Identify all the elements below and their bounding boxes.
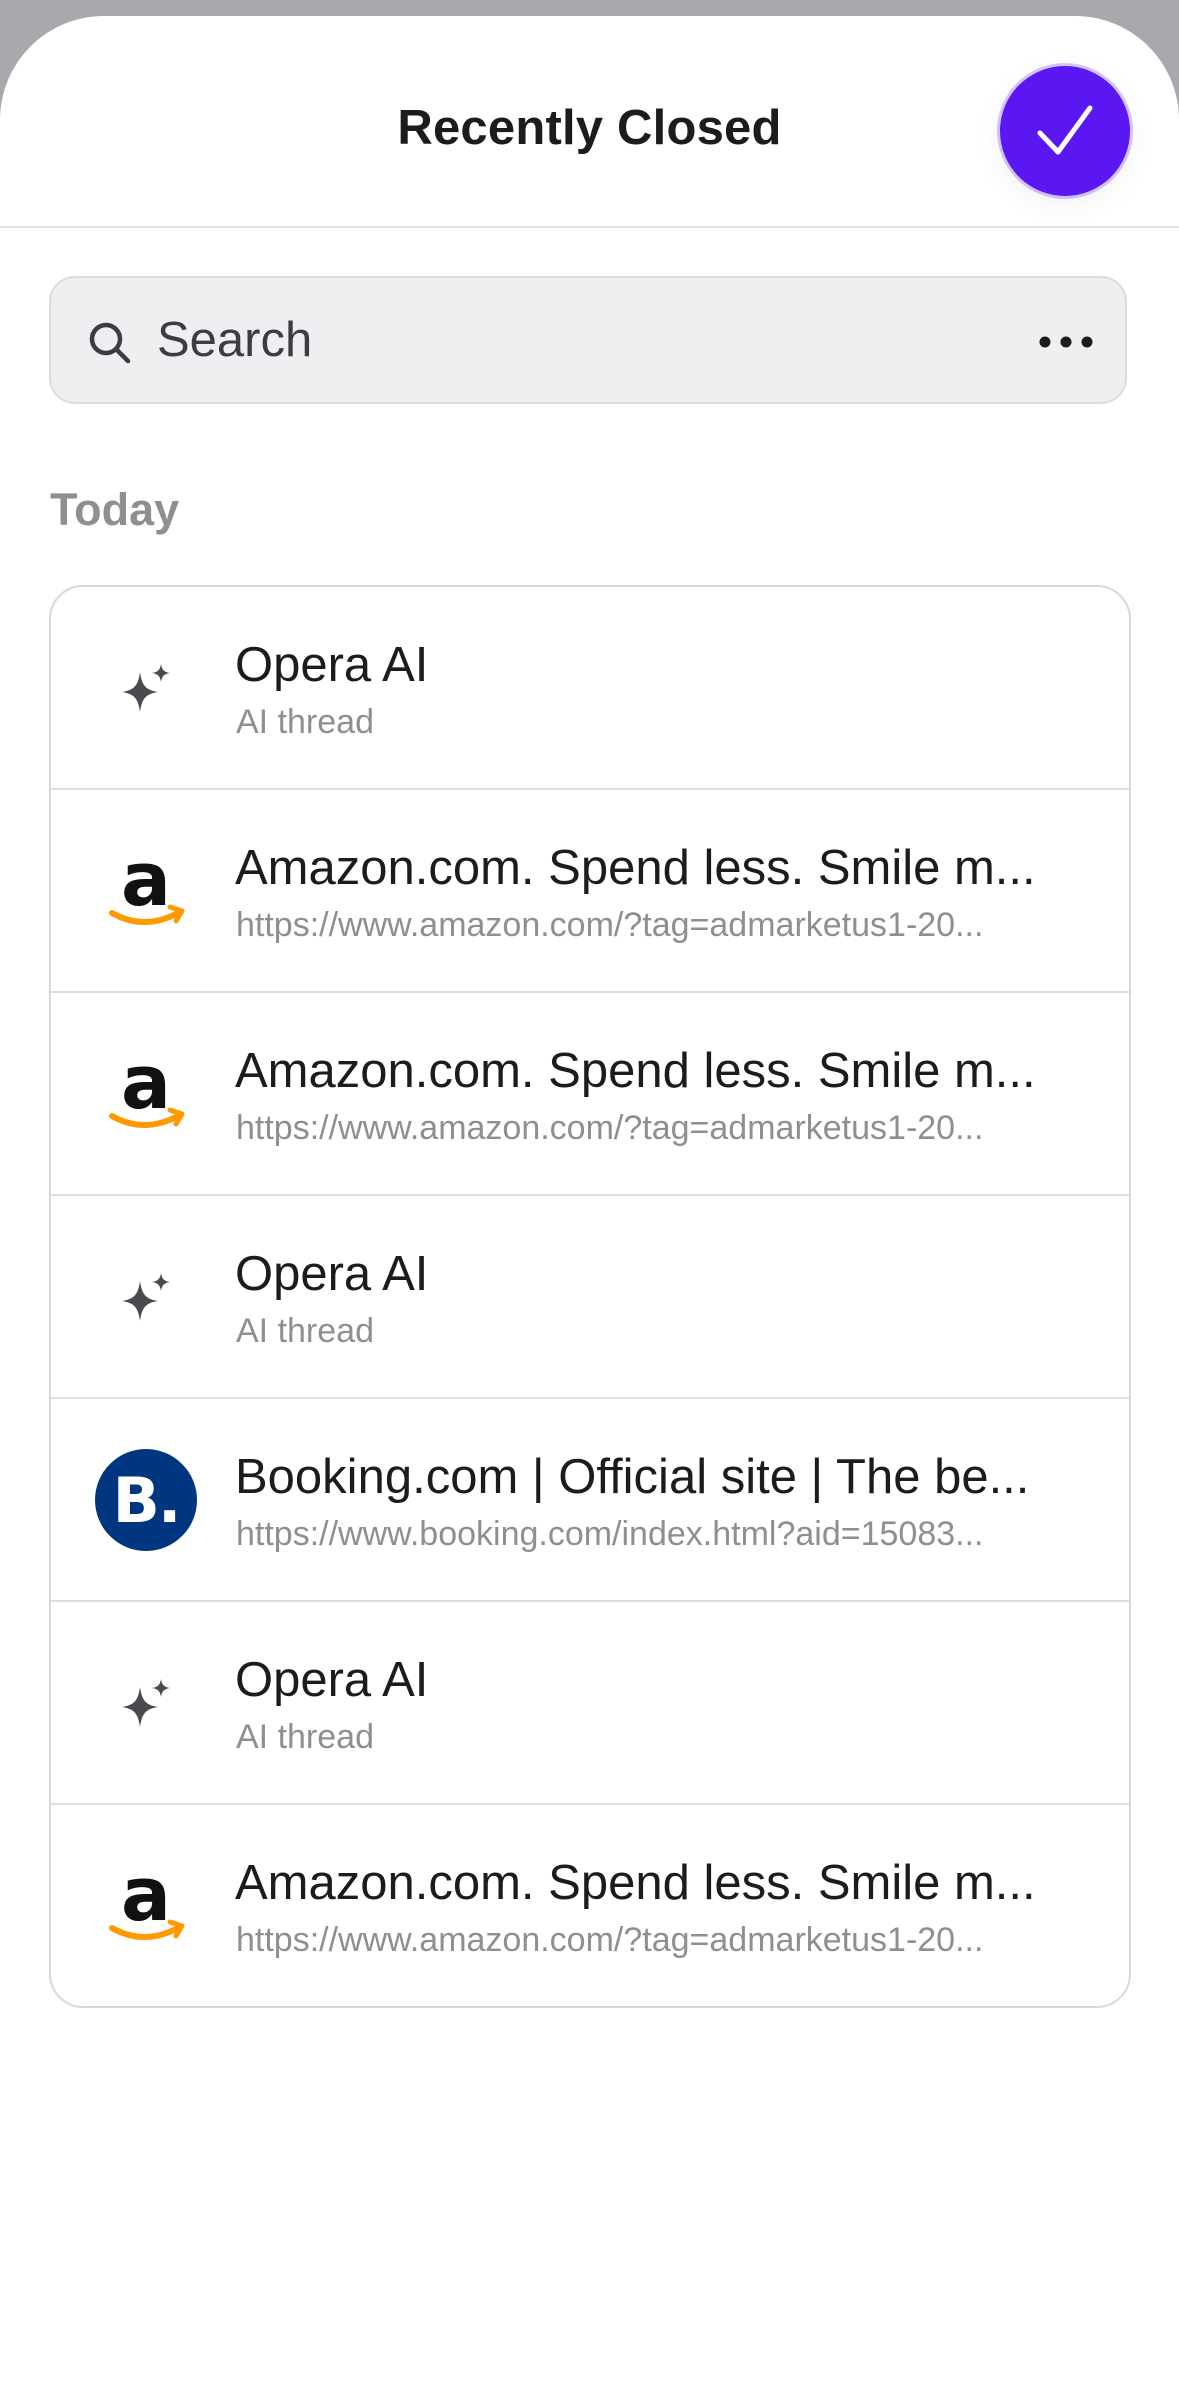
- item-title: Amazon.com. Spend less. Smile m...: [235, 1044, 1036, 1098]
- list-item[interactable]: Opera AI AI thread: [51, 587, 1129, 790]
- item-subtitle: https://www.booking.com/index.html?aid=1…: [236, 1515, 984, 1553]
- sparkle-icon: [95, 1652, 197, 1754]
- sparkle-icon: [95, 637, 197, 739]
- amazon-logo-icon: a: [95, 840, 197, 942]
- list-item[interactable]: a Amazon.com. Spend less. Smile m... htt…: [51, 993, 1129, 1196]
- list-item[interactable]: Opera AI AI thread: [51, 1602, 1129, 1805]
- amazon-logo-icon: a: [95, 1043, 197, 1145]
- recently-closed-sheet: Recently Closed Today: [0, 16, 1179, 2396]
- item-subtitle: https://www.amazon.com/?tag=admarketus1-…: [236, 906, 984, 944]
- section-header-today: Today: [50, 484, 180, 535]
- item-title: Opera AI: [235, 1653, 429, 1707]
- list-item[interactable]: a Amazon.com. Spend less. Smile m... htt…: [51, 790, 1129, 993]
- item-title: Booking.com | Official site | The be...: [235, 1450, 1030, 1504]
- list-item[interactable]: a Amazon.com. Spend less. Smile m... htt…: [51, 1805, 1129, 2006]
- search-input[interactable]: [157, 298, 1017, 382]
- closed-tabs-list: Opera AI AI thread a Amazon.com. Spend l…: [49, 585, 1131, 2008]
- list-item[interactable]: B. Booking.com | Official site | The be.…: [51, 1399, 1129, 1602]
- search-bar[interactable]: [49, 276, 1127, 404]
- list-item[interactable]: Opera AI AI thread: [51, 1196, 1129, 1399]
- item-subtitle: AI thread: [236, 1718, 374, 1756]
- item-subtitle: https://www.amazon.com/?tag=admarketus1-…: [236, 1921, 984, 1959]
- item-subtitle: AI thread: [236, 703, 374, 741]
- item-subtitle: https://www.amazon.com/?tag=admarketus1-…: [236, 1109, 984, 1147]
- booking-logo-text: B.: [95, 1449, 197, 1551]
- item-title: Opera AI: [235, 1247, 429, 1301]
- amazon-logo-icon: a: [95, 1855, 197, 1957]
- checkmark-icon: [1037, 105, 1093, 155]
- search-icon: [89, 322, 131, 364]
- svg-text:a: a: [121, 1858, 171, 1938]
- more-options-button[interactable]: [1031, 314, 1101, 370]
- item-subtitle: AI thread: [236, 1312, 374, 1350]
- sheet-header: Recently Closed: [0, 16, 1179, 228]
- sparkle-icon: [95, 1246, 197, 1348]
- booking-logo-icon: B.: [95, 1449, 197, 1551]
- item-title: Amazon.com. Spend less. Smile m...: [235, 841, 1036, 895]
- done-button[interactable]: [1000, 66, 1130, 196]
- item-title: Amazon.com. Spend less. Smile m...: [235, 1856, 1036, 1910]
- svg-text:a: a: [121, 843, 171, 923]
- item-title: Opera AI: [235, 638, 429, 692]
- svg-text:a: a: [121, 1046, 171, 1126]
- ellipsis-icon: [1039, 336, 1093, 348]
